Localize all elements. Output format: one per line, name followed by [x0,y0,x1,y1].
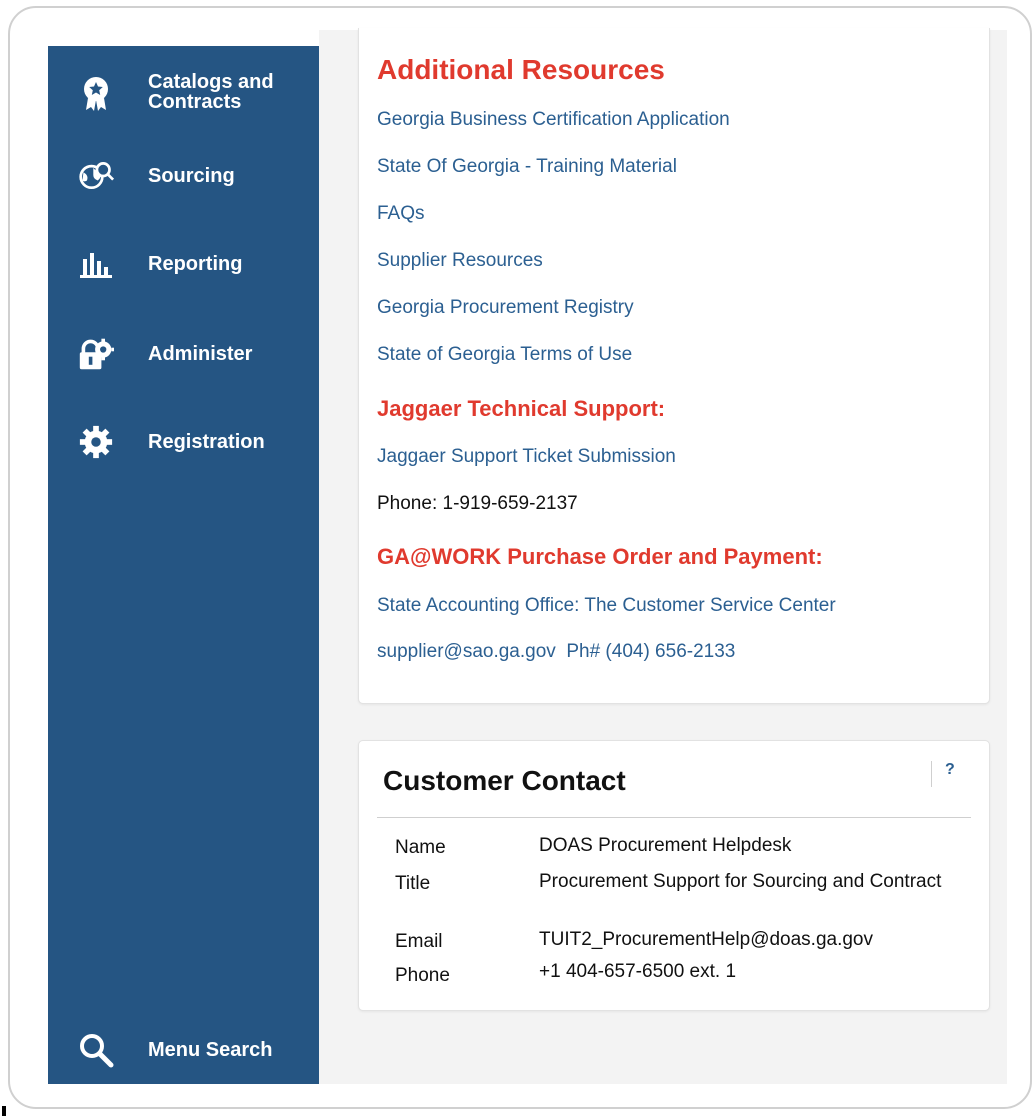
contact-divider [377,817,971,818]
additional-resources-heading: Additional Resources [377,54,665,85]
contact-phone-label: Phone [395,965,450,986]
contact-name-value: DOAS Procurement Helpdesk [539,835,792,856]
jaggaer-support-heading: Jaggaer Technical Support: [377,396,666,421]
link-georgia-procurement-registry[interactable]: Georgia Procurement Registry [377,297,634,319]
sidebar-item-registration[interactable]: Registration [48,422,319,462]
help-divider [931,761,932,787]
help-button[interactable]: ? [945,761,955,779]
contact-title-label: Title [395,873,431,894]
contact-name-label: Name [395,837,446,858]
additional-resources-card: Additional Resources Georgia Business Ce… [358,28,990,704]
corner-mark [2,1106,6,1116]
jaggaer-support-phone: Phone: 1-919-659-2137 [377,493,578,514]
sidebar-item-reporting[interactable]: Reporting [48,246,319,282]
link-terms-of-use[interactable]: State of Georgia Terms of Use [377,344,632,366]
link-training-material[interactable]: State Of Georgia - Training Material [377,156,677,178]
sao-contact-email-phone[interactable]: supplier@sao.ga.gov Ph# (404) 656-2133 [377,641,735,663]
gear-icon [78,424,114,460]
sidebar-item-catalogs-and-contracts[interactable]: Catalogs and Contracts [48,66,319,122]
sidebar-item-sourcing[interactable]: Sourcing [48,158,319,194]
menu-search-label: Menu Search [148,1039,273,1061]
sidebar-item-label: Administer [148,343,253,365]
menu-search-button[interactable]: Menu Search [48,1030,319,1070]
search-icon [78,1032,114,1068]
sidebar-item-administer[interactable]: Administer [48,334,319,374]
link-jaggaer-support-ticket[interactable]: Jaggaer Support Ticket Submission [377,446,676,468]
award-ribbon-icon [78,76,114,112]
customer-contact-card: Customer Contact ? Name DOAS Procurement… [358,740,990,1011]
sidebar-item-label: Reporting [148,253,243,275]
contact-phone-value: +1 404-657-6500 ext. 1 [539,961,737,982]
sidebar-item-label: Sourcing [148,165,235,187]
lock-gear-icon [78,336,114,372]
sidebar-item-label: Catalogs and Contracts [148,71,274,113]
main-content: Additional Resources Georgia Business Ce… [319,28,1007,1084]
contact-email-label: Email [395,931,443,952]
link-faqs[interactable]: FAQs [377,203,425,225]
link-georgia-business-certification[interactable]: Georgia Business Certification Applicati… [377,109,730,131]
sidebar-nav: Catalogs and Contracts Sourcing Reportin… [48,46,319,1084]
globe-search-icon [78,158,114,194]
ga-work-payment-heading: GA@WORK Purchase Order and Payment: [377,544,823,569]
sidebar-item-label: Registration [148,431,265,453]
bar-chart-icon [78,246,114,282]
contact-title-value: Procurement Support for Sourcing and Con… [539,871,942,892]
link-supplier-resources[interactable]: Supplier Resources [377,250,543,272]
contact-email-value[interactable]: TUIT2_ProcurementHelp@doas.ga.gov [539,929,969,951]
link-sao-customer-service[interactable]: State Accounting Office: The Customer Se… [377,595,836,617]
customer-contact-title: Customer Contact [383,765,626,796]
